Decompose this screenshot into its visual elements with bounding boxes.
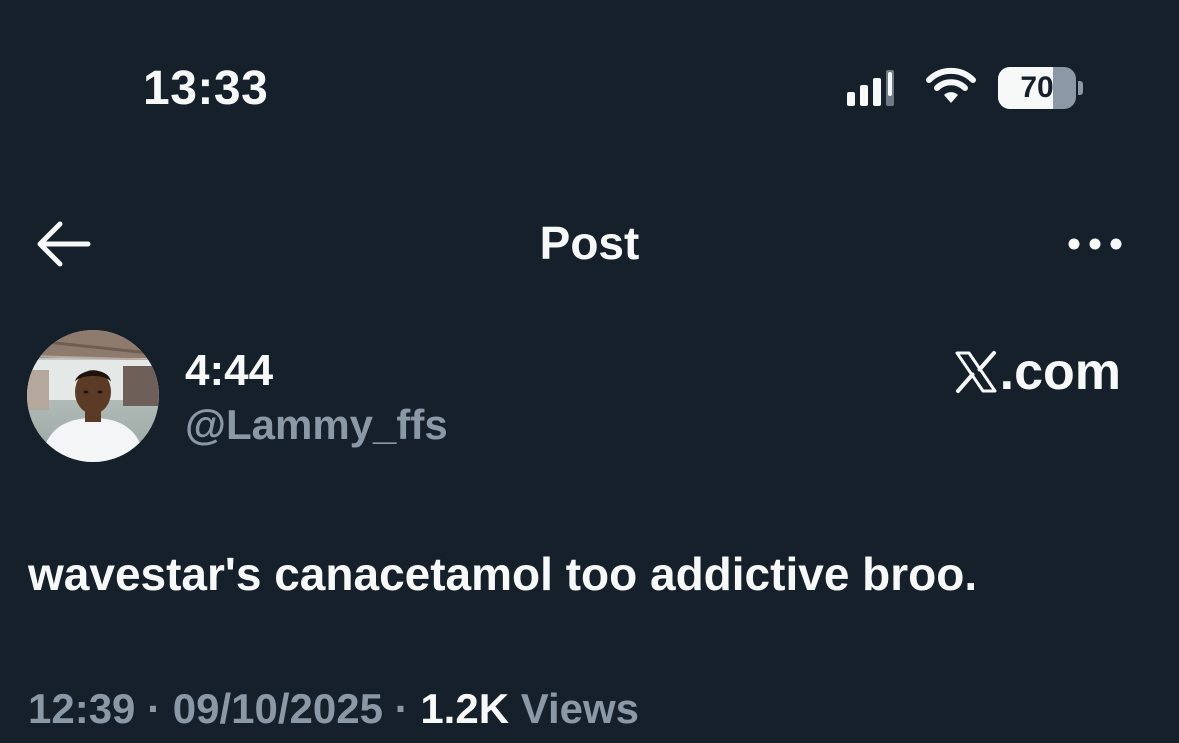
battery-icon: 70 xyxy=(998,67,1076,109)
source-text: .com xyxy=(999,343,1121,401)
battery-cap xyxy=(1078,81,1083,95)
source-label: .com xyxy=(954,342,1121,402)
meta-separator: · xyxy=(394,685,409,732)
author-name[interactable]: 4:44 xyxy=(185,344,273,398)
post-time: 12:39 xyxy=(28,685,136,732)
views-count[interactable]: 1.2K xyxy=(420,685,509,732)
post-screen: 13:33 70 Post 4:44 @Lammy_ffs .com waves… xyxy=(0,0,1179,743)
cellular-signal-icon xyxy=(847,70,894,106)
more-horizontal-icon[interactable] xyxy=(1064,224,1130,264)
post-meta: 12:39 · 09/10/2025 · 1.2K Views xyxy=(28,682,639,736)
page-title: Post xyxy=(539,217,640,269)
x-logo-icon xyxy=(955,351,997,393)
meta-separator: · xyxy=(147,685,162,732)
post-date: 09/10/2025 xyxy=(172,685,383,732)
post-text: wavestar's canacetamol too addictive bro… xyxy=(28,548,978,600)
status-time: 13:33 xyxy=(143,62,269,115)
battery-indicator: 70 xyxy=(998,67,1083,109)
battery-percent: 70 xyxy=(1020,71,1054,104)
author-handle[interactable]: @Lammy_ffs xyxy=(185,398,448,452)
wifi-icon xyxy=(926,67,976,103)
avatar[interactable] xyxy=(27,330,159,462)
views-label[interactable]: Views xyxy=(521,685,639,732)
